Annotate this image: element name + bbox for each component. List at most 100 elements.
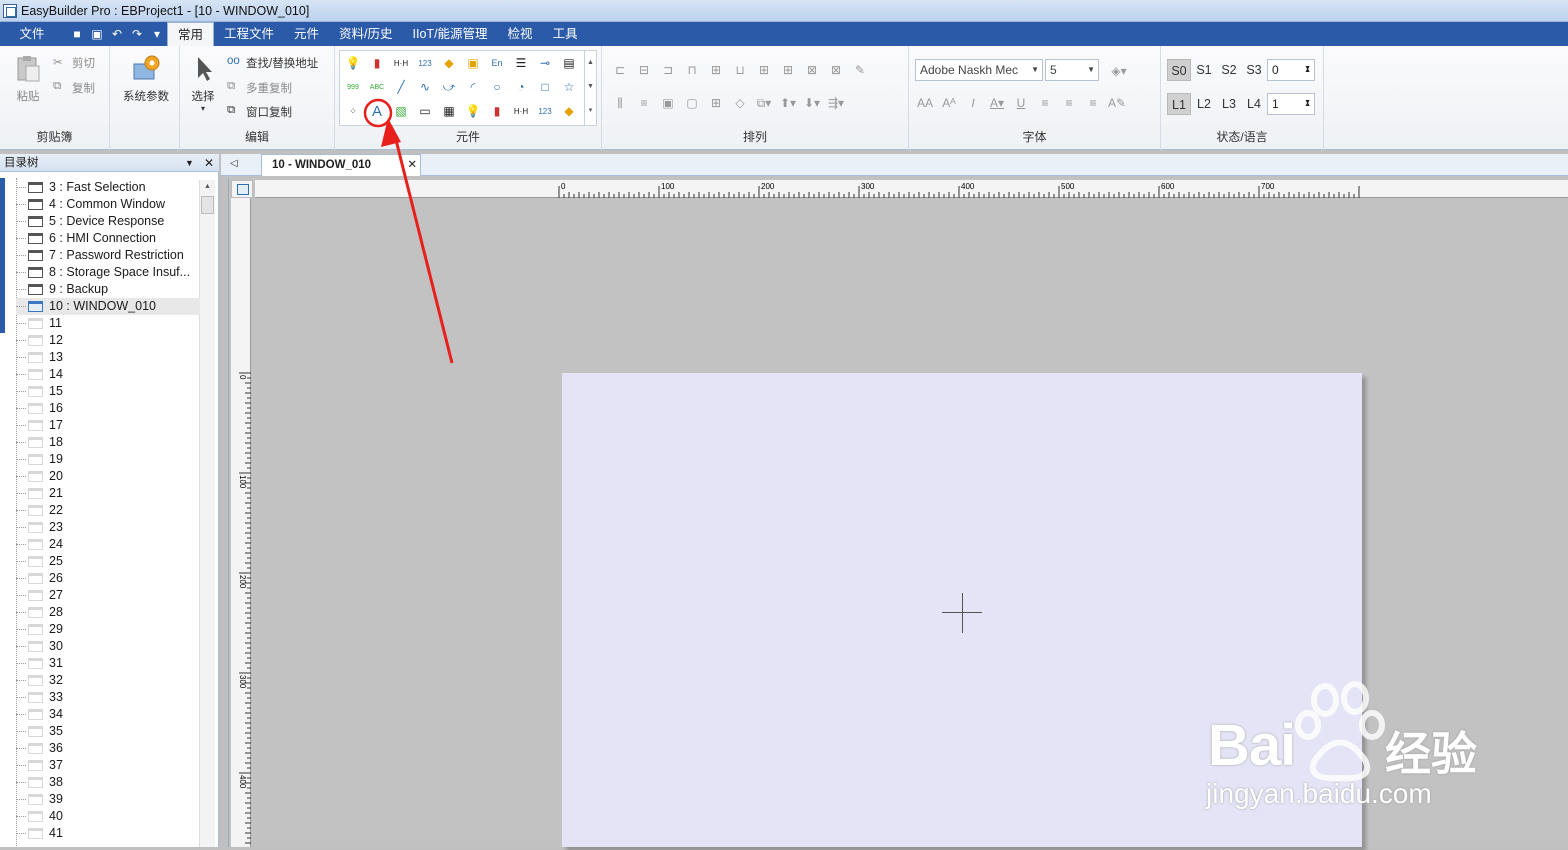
numeric-display-icon[interactable]: H·H [391, 53, 411, 73]
undo-icon[interactable]: ↶ [110, 27, 124, 41]
recipe-icon[interactable]: ▣ [463, 53, 483, 73]
align-text-right-icon[interactable]: ≡ [1083, 93, 1103, 113]
align-center-icon[interactable]: ⊟ [634, 60, 654, 80]
panel-menu-icon[interactable]: ▼ [185, 154, 194, 172]
numeric-small-icon[interactable]: H·H [511, 101, 531, 121]
tree-item[interactable]: 32 [16, 672, 200, 689]
tree-item[interactable]: 30 [16, 638, 200, 655]
polygon-icon[interactable]: ⤻ [439, 77, 459, 97]
state-button-0[interactable]: S0 [1167, 59, 1191, 81]
same-width-icon[interactable]: ⊞ [754, 60, 774, 80]
tree-item[interactable]: 8 : Storage Space Insuf... [16, 264, 200, 281]
text-style-icon[interactable]: A✎ [1107, 93, 1127, 113]
underline-icon[interactable]: U [1011, 93, 1031, 113]
abc-display-icon[interactable]: ABC [367, 77, 387, 97]
tree-item[interactable]: 3 : Fast Selection [16, 179, 200, 196]
close-icon[interactable]: ✕ [204, 154, 214, 172]
tree-item[interactable]: 6 : HMI Connection [16, 230, 200, 247]
tree-item[interactable]: 33 [16, 689, 200, 706]
tree-item[interactable]: 10 : WINDOW_010 [16, 298, 200, 315]
align-text-left-icon[interactable]: ≡ [1035, 93, 1055, 113]
align-right-icon[interactable]: ⊐ [658, 60, 678, 80]
bring-front-icon[interactable]: ⬆▾ [778, 93, 798, 113]
italic-icon[interactable]: I [963, 93, 983, 113]
tab-6[interactable]: 工具 [543, 22, 588, 46]
tree-item[interactable]: 29 [16, 621, 200, 638]
ungroup-icon[interactable]: ▢ [682, 93, 702, 113]
spin-down-icon[interactable]: ▼ [1304, 93, 1311, 113]
combo-box-icon[interactable]: ☰ [511, 53, 531, 73]
tree-item[interactable]: 9 : Backup [16, 281, 200, 298]
tree-item[interactable]: 22 [16, 502, 200, 519]
scatter-icon[interactable]: ⁘ [343, 101, 363, 121]
tab-0[interactable]: 常用 [167, 22, 215, 46]
pin-icon[interactable]: ✎ [850, 60, 870, 80]
tree-item[interactable]: 36 [16, 740, 200, 757]
tree-item[interactable]: 16 [16, 400, 200, 417]
multistate-lamp-icon[interactable]: ▮ [367, 53, 387, 73]
align-text-center-icon[interactable]: ≡ [1059, 93, 1079, 113]
tree-item[interactable]: 14 [16, 366, 200, 383]
group-icon[interactable]: ▣ [658, 93, 678, 113]
tab-1[interactable]: 工程文件 [214, 22, 284, 46]
redo-icon[interactable]: ↷ [130, 27, 144, 41]
system-parameters-button[interactable]: 系统参数 [116, 54, 176, 104]
tree-item[interactable]: 13 [16, 349, 200, 366]
star-icon[interactable]: ☆ [559, 77, 579, 97]
tree-scrollbar[interactable]: ▲ [199, 180, 215, 847]
tree-item[interactable]: 35 [16, 723, 200, 740]
paste-button[interactable]: 粘贴 [10, 54, 46, 104]
tag-icon[interactable]: ◆ [439, 53, 459, 73]
font-family-select[interactable]: Adobe Naskh Mec ▼ [915, 59, 1043, 81]
tree-item[interactable]: 7 : Password Restriction [16, 247, 200, 264]
language-value-spinner[interactable]: 1 ▲ ▼ [1267, 93, 1315, 115]
language-button-1[interactable]: L2 [1192, 93, 1216, 115]
tree-item[interactable]: 40 [16, 808, 200, 825]
tree-item[interactable]: 17 [16, 417, 200, 434]
tab-2[interactable]: 元件 [284, 22, 329, 46]
bulb-icon[interactable]: 💡 [463, 101, 483, 121]
grow-font-icon[interactable]: AA [915, 93, 935, 113]
state-button-1[interactable]: S1 [1192, 59, 1216, 81]
font-color-icon[interactable]: A▾ [987, 93, 1007, 113]
tree-item[interactable]: 18 [16, 434, 200, 451]
shrink-font-icon[interactable]: Aᴬ [939, 93, 959, 113]
tree-item[interactable]: 11 [16, 315, 200, 332]
document-tab[interactable]: 10 - WINDOW_010 ✕ [261, 154, 421, 176]
file-menu[interactable]: 文件 [7, 25, 57, 43]
multi-copy-button[interactable]: ⧉ 多重复制 [227, 80, 292, 96]
pie-icon[interactable]: ◔ [511, 77, 531, 97]
align-middle-icon[interactable]: ⊞ [706, 60, 726, 80]
traffic-lamp-icon[interactable]: ▮ [487, 101, 507, 121]
copy-button[interactable]: ⧉ 复制 [53, 80, 95, 96]
send-back-icon[interactable]: ⬇▾ [802, 93, 822, 113]
ruler-corner-icon[interactable] [231, 180, 253, 198]
font-size-select[interactable]: 5 ▼ [1045, 59, 1099, 81]
state-button-3[interactable]: S3 [1242, 59, 1266, 81]
tree-item[interactable]: 5 : Device Response [16, 213, 200, 230]
slider-icon[interactable]: ⊸ [535, 53, 555, 73]
language-button-3[interactable]: L4 [1242, 93, 1266, 115]
scroll-left-icon[interactable]: ◁ [230, 158, 238, 169]
ascii-icon[interactable]: En [487, 53, 507, 73]
tree-item[interactable]: 25 [16, 553, 200, 570]
tree-item[interactable]: 31 [16, 655, 200, 672]
find-replace-button[interactable]: oo 查找/替换地址 [227, 55, 318, 71]
paint-bucket-icon[interactable]: ◈▾ [1109, 61, 1129, 81]
circle-icon[interactable]: ○ [487, 77, 507, 97]
tree-item[interactable]: 19 [16, 451, 200, 468]
tree-item[interactable]: 12 [16, 332, 200, 349]
line-icon[interactable]: ╱ [391, 77, 411, 97]
center-icon[interactable]: ⊞ [706, 93, 726, 113]
tree-item[interactable]: 27 [16, 587, 200, 604]
gallery-scroll[interactable]: ▲ ▼ ▾ [584, 51, 596, 125]
layer-icon[interactable]: ⧉▾ [754, 93, 774, 113]
arc-icon[interactable]: ◜ [463, 77, 483, 97]
999-display-icon[interactable]: 999 [343, 77, 363, 97]
table-icon[interactable]: ▦ [439, 101, 459, 121]
tree-item[interactable]: 28 [16, 604, 200, 621]
distribute-v-icon[interactable]: ≡ [634, 93, 654, 113]
save-all-icon[interactable]: ▣ [90, 27, 104, 41]
tree-item[interactable]: 15 [16, 383, 200, 400]
tree-item[interactable]: 26 [16, 570, 200, 587]
